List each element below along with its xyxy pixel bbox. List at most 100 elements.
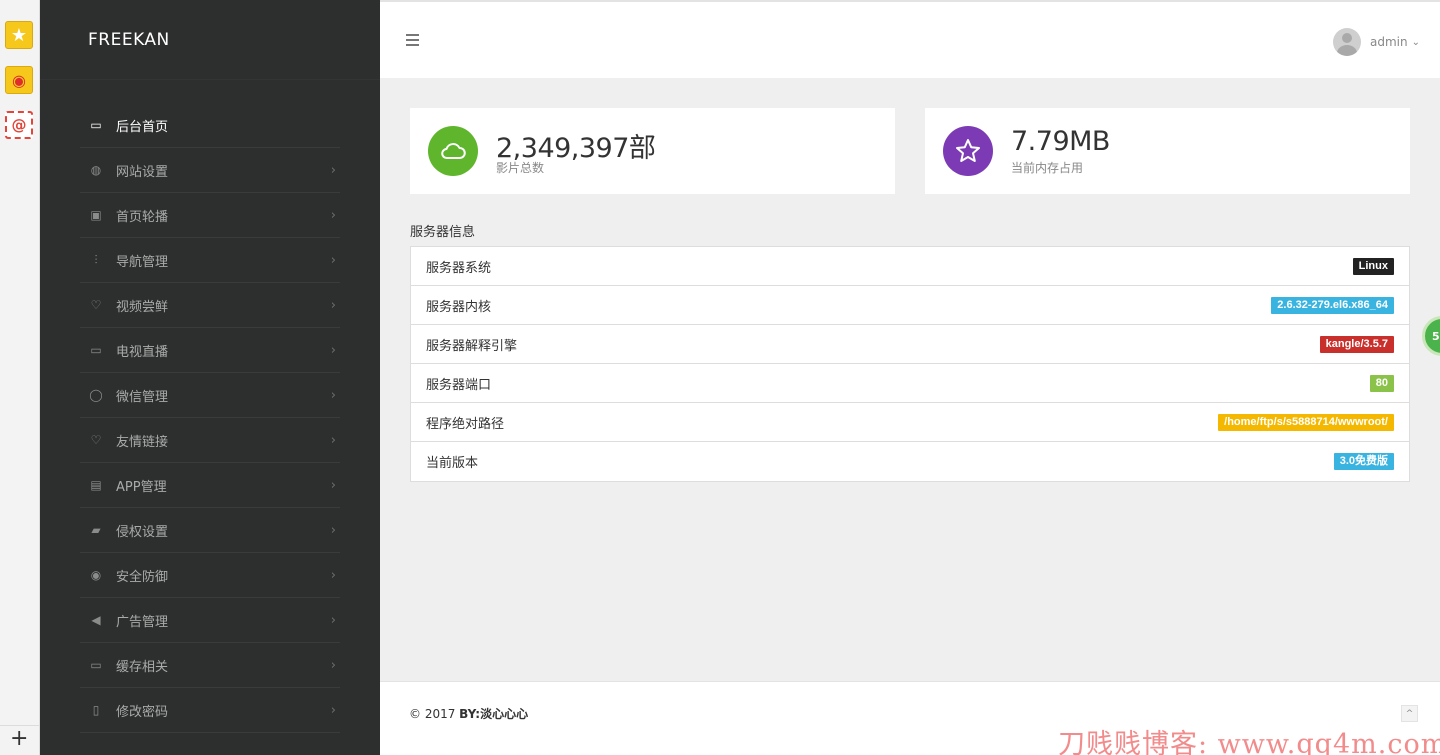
chevron-right-icon: › <box>330 612 336 628</box>
row-key: 服务器解释引擎 <box>426 338 518 354</box>
chevron-right-icon: › <box>330 522 336 538</box>
stat-label: 影片总数 <box>496 161 545 175</box>
brand-logo[interactable]: FREEKAN <box>40 0 380 80</box>
sidebar-item[interactable]: ◉ 安全防御 › <box>80 553 340 598</box>
stat-card-movies: 2,349,397部 影片总数 <box>410 108 895 194</box>
sidebar-item-label: 电视直播 <box>116 344 169 360</box>
row-key: 服务器内核 <box>426 299 492 315</box>
sidebar-item[interactable]: ◯ 微信管理 › <box>80 373 340 418</box>
sidebar-menu: ▭ 后台首页 ◍ 网站设置 › ▣ 首页轮播 › ⫶ 导航管理 › ♡ 视频尝鲜 › ▭ 电视直播 › ◯ 微信管理… <box>80 103 340 733</box>
sidebar-item[interactable]: ▯ 修改密码 › <box>80 688 340 733</box>
row-key: 程序绝对路径 <box>426 416 505 432</box>
sidebar-item-label: 广告管理 <box>116 614 169 630</box>
sidebar-item-label: 后台首页 <box>116 119 169 135</box>
table-row: 当前版本 3.0免费版 <box>411 442 1409 481</box>
monitor-icon: ▭ <box>90 118 102 132</box>
browser-dock: ★ ◉ @ + <box>0 0 40 755</box>
chevron-right-icon: › <box>330 657 336 673</box>
chevron-right-icon: › <box>330 702 336 718</box>
copyright: © 2017 BY:淡心心心 <box>409 705 528 722</box>
sidebar-item[interactable]: ▣ 首页轮播 › <box>80 193 340 238</box>
heart-icon: ♡ <box>90 298 102 312</box>
chevron-right-icon: › <box>330 477 336 493</box>
sidebar-item[interactable]: ▭ 缓存相关 › <box>80 643 340 688</box>
sidebar-item-label: APP管理 <box>116 479 167 495</box>
value-badge: /home/ftp/s/s5888714/wwwroot/ <box>1218 413 1394 431</box>
table-row: 程序绝对路径/home/ftp/s/s5888714/wwwroot/ <box>411 403 1409 442</box>
copyright-author: BY:淡心心心 <box>459 707 529 721</box>
value-badge: kangle/3.5.7 <box>1319 335 1394 353</box>
heart-icon: ♡ <box>90 433 102 447</box>
chevron-right-icon: › <box>330 567 336 583</box>
sidebar-item-label: 友情链接 <box>116 434 169 450</box>
megaphone-icon: ◀ <box>91 613 101 627</box>
sidebar-item-label: 修改密码 <box>116 704 169 720</box>
sidebar-item-label: 首页轮播 <box>116 209 169 225</box>
eye-icon: ◉ <box>90 568 102 582</box>
top-header: admin ⌄ <box>380 0 1440 78</box>
sidebar-item[interactable]: ♡ 视频尝鲜 › <box>80 283 340 328</box>
table-row: 服务器解释引擎 kangle/3.5.7 <box>411 325 1409 364</box>
row-key: 服务器端口 <box>426 377 492 393</box>
dock-add-button[interactable]: + <box>10 727 28 751</box>
menu-toggle-icon[interactable] <box>406 34 419 49</box>
value-badge: Linux <box>1352 257 1394 275</box>
weibo-icon[interactable]: ◉ <box>5 66 33 94</box>
row-key: 服务器系统 <box>426 260 492 276</box>
sidebar-item[interactable]: ◀ 广告管理 › <box>80 598 340 643</box>
sidebar-item-label: 微信管理 <box>116 389 169 405</box>
value-badge: 3.0免费版 <box>1333 453 1394 470</box>
sidebar-item[interactable]: ♡ 友情链接 › <box>80 418 340 463</box>
sidebar-item[interactable]: ◍ 网站设置 › <box>80 148 340 193</box>
sidebar-item[interactable]: ▭ 后台首页 <box>80 103 340 148</box>
sidebar-item-label: 安全防御 <box>116 569 169 585</box>
server-info-table: 服务器系统 Linux 服务器内核 2.6.32-279.el6.x86_64 服务器解… <box>410 246 1410 482</box>
value-badge: 2.6.32-279.el6.x86_64 <box>1271 296 1394 314</box>
sidebar: FREEKAN ▭ 后台首页 ◍ 网站设置 › ▣ 首页轮播 › ⫶ 导航管理 › ♡ 视频尝鲜 › ▭ 电视… <box>40 0 380 755</box>
sidebar-item[interactable]: ▤ APP管理 › <box>80 463 340 508</box>
sidebar-item-label: 导航管理 <box>116 254 169 270</box>
mail-at-icon[interactable]: @ <box>5 111 33 139</box>
table-row: 服务器系统 Linux <box>411 247 1409 286</box>
sliders-icon: ⫶ <box>94 252 98 267</box>
chevron-right-icon: › <box>330 297 336 313</box>
sidebar-item[interactable]: ⫶ 导航管理 › <box>80 238 340 283</box>
section-title: 服务器信息 <box>410 225 476 240</box>
sidebar-item-label: 网站设置 <box>116 164 169 180</box>
stat-value: 7.79MB <box>1011 126 1110 157</box>
image-icon: ▣ <box>90 208 102 222</box>
chevron-right-icon: › <box>330 432 336 448</box>
favorites-star-icon[interactable]: ★ <box>5 21 33 49</box>
stat-card-memory: 7.79MB 当前内存占用 <box>925 108 1410 194</box>
stat-label: 当前内存占用 <box>1011 161 1084 175</box>
chevron-right-icon: › <box>330 252 336 268</box>
chevron-right-icon: › <box>330 207 336 223</box>
row-key: 当前版本 <box>426 456 479 471</box>
user-menu[interactable]: admin ⌄ <box>1333 28 1420 56</box>
chevron-down-icon[interactable]: ⌄ <box>1412 37 1420 48</box>
video-icon: ▭ <box>90 343 102 357</box>
avatar[interactable] <box>1333 28 1361 56</box>
table-row: 服务器端口 80 <box>411 364 1409 403</box>
user-name[interactable]: admin <box>1370 35 1408 49</box>
value-badge: 80 <box>1369 374 1394 392</box>
table-row: 服务器内核 2.6.32-279.el6.x86_64 <box>411 286 1409 325</box>
truck-icon: ▰ <box>91 523 101 537</box>
watermark: 刀贱贱博客: www.qq4m.com <box>1058 729 1440 755</box>
floating-badge[interactable]: 52 <box>1422 316 1440 356</box>
copyright-prefix: © 2017 <box>409 707 460 721</box>
inbox-icon: ▭ <box>90 658 102 672</box>
sidebar-item-label: 侵权设置 <box>116 524 169 540</box>
lock-icon: ▯ <box>92 703 100 717</box>
chevron-right-icon: › <box>330 387 336 403</box>
cloud-icon <box>428 126 478 176</box>
scroll-top-button[interactable]: ^ <box>1401 705 1418 722</box>
sidebar-item[interactable]: ▭ 电视直播 › <box>80 328 340 373</box>
chevron-right-icon: › <box>330 162 336 178</box>
store-icon: ▤ <box>90 478 102 492</box>
sidebar-item-label: 视频尝鲜 <box>116 299 169 315</box>
chat-icon: ◯ <box>89 388 103 402</box>
chevron-right-icon: › <box>330 342 336 358</box>
sidebar-item[interactable]: ▰ 侵权设置 › <box>80 508 340 553</box>
globe-icon: ◍ <box>90 163 102 177</box>
